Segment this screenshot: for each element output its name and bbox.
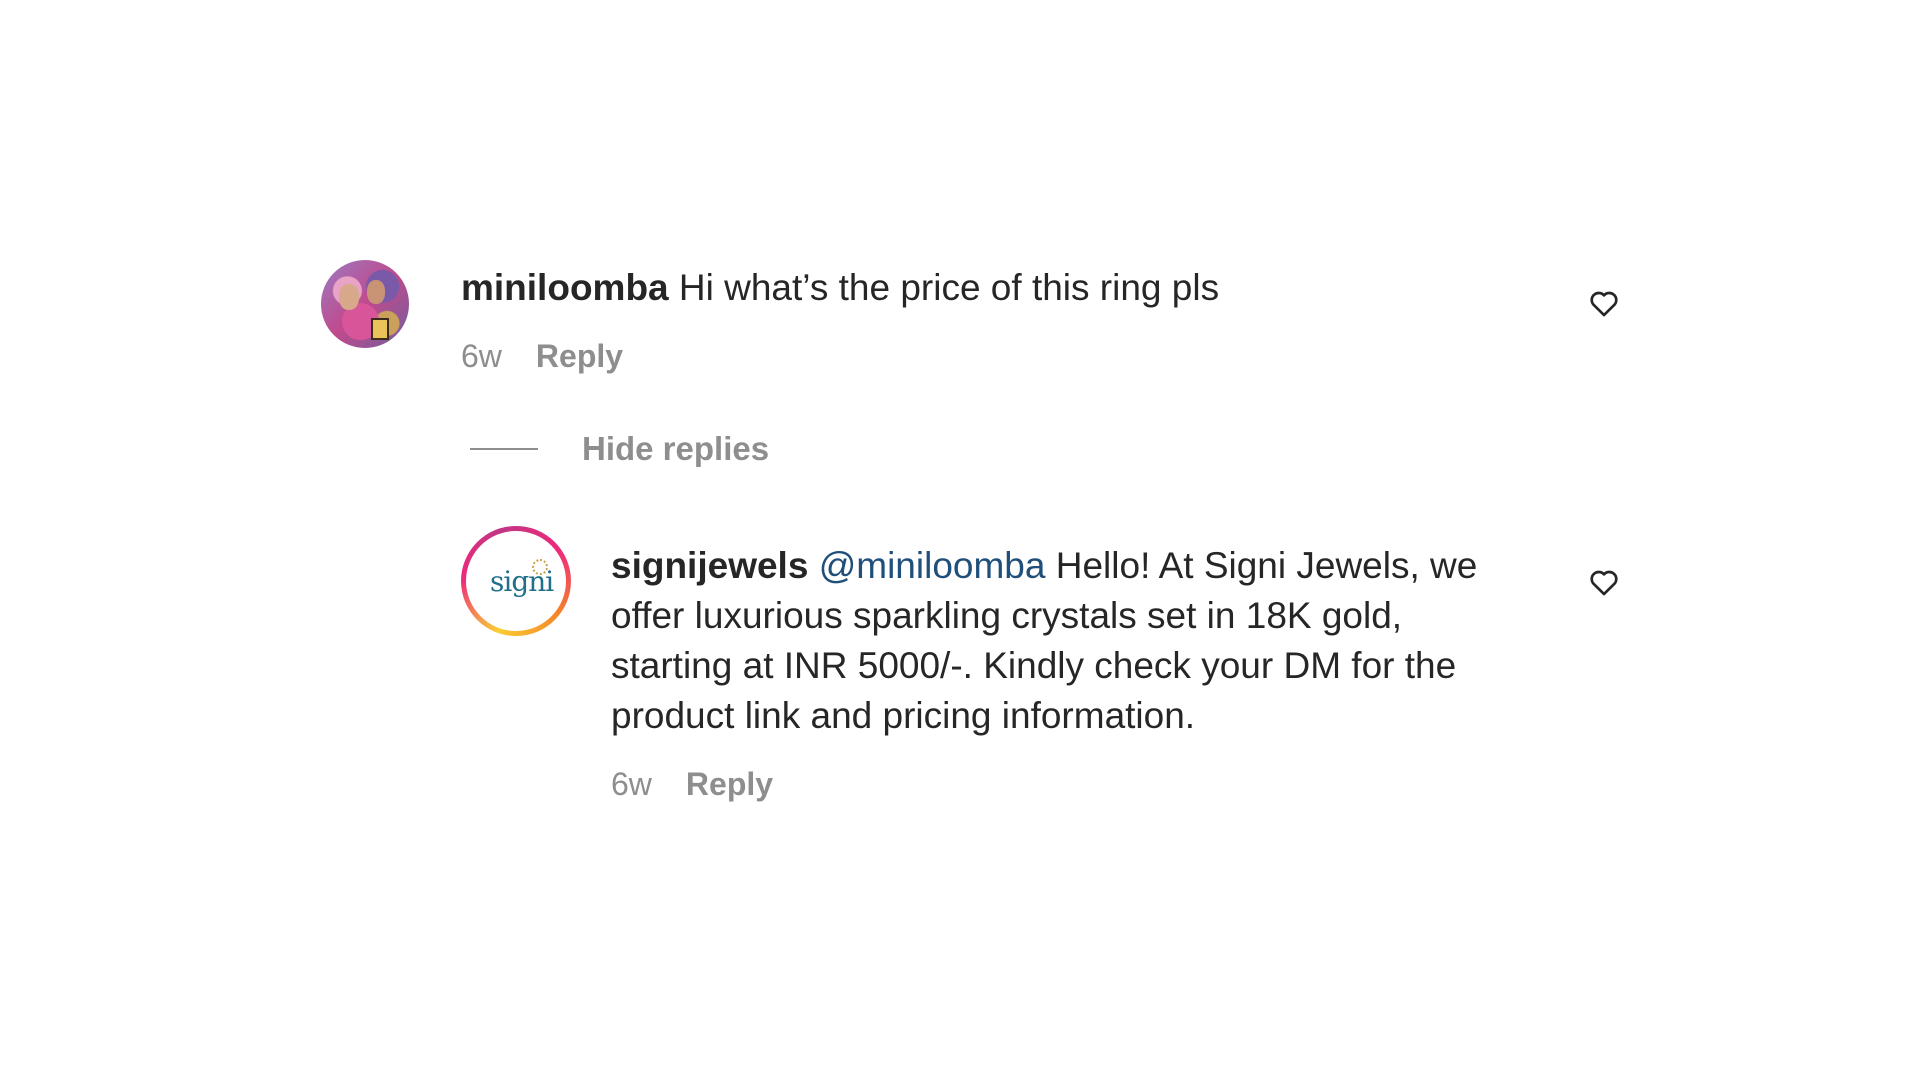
divider-line bbox=[470, 448, 538, 450]
reply-reply-button[interactable]: Reply bbox=[686, 766, 773, 803]
reply-username[interactable]: signijewels bbox=[611, 545, 808, 586]
avatar-photo-part bbox=[339, 284, 359, 310]
comment-username[interactable]: miniloomba bbox=[461, 267, 669, 308]
avatar-miniloomba[interactable] bbox=[321, 260, 409, 348]
hide-replies-label: Hide replies bbox=[582, 430, 770, 467]
hide-replies-button[interactable]: Hide replies bbox=[470, 430, 769, 468]
reply-mention[interactable]: @miniloomba bbox=[819, 545, 1046, 586]
comment-meta: 6w Reply bbox=[461, 338, 623, 375]
avatar-photo-part bbox=[371, 318, 389, 340]
reply-body: signijewels @miniloomba Hello! At Signi … bbox=[611, 541, 1511, 741]
comment-body: miniloomba Hi what’s the price of this r… bbox=[461, 263, 1541, 313]
avatar-inner: signi bbox=[466, 531, 566, 631]
comment-timestamp: 6w bbox=[461, 338, 502, 374]
reply-meta: 6w Reply bbox=[611, 766, 773, 803]
comments-thread: miniloomba Hi what’s the price of this r… bbox=[0, 0, 1920, 1080]
comment-reply-button[interactable]: Reply bbox=[536, 338, 623, 375]
avatar-signijewels[interactable]: signi bbox=[461, 526, 571, 636]
comment-text: Hi what’s the price of this ring pls bbox=[678, 267, 1220, 308]
reply-timestamp: 6w bbox=[611, 766, 652, 802]
heart-icon[interactable] bbox=[1587, 565, 1621, 599]
avatar-photo-part bbox=[367, 280, 385, 304]
heart-icon[interactable] bbox=[1587, 286, 1621, 320]
logo-sun-icon bbox=[532, 559, 548, 575]
